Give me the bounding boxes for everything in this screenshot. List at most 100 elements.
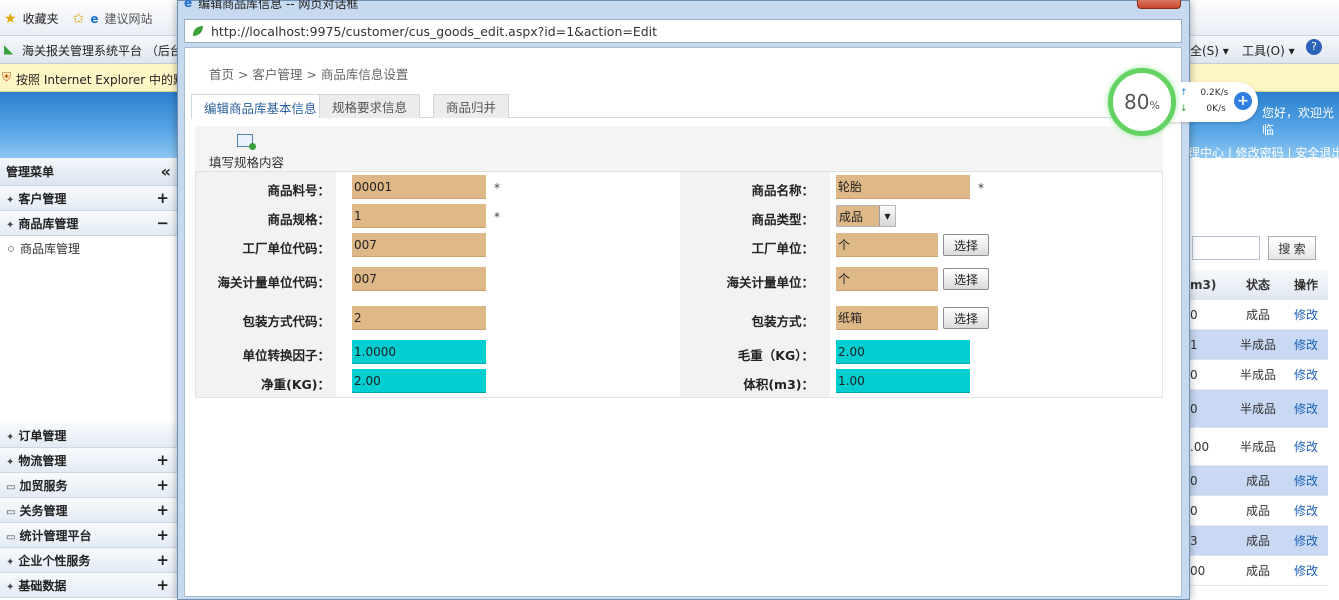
arrow-icon: ✦ <box>6 456 15 468</box>
shield-icon: ⛨ <box>2 70 12 84</box>
expand-icon[interactable]: + <box>156 576 169 594</box>
expand-icon[interactable]: + <box>156 526 169 544</box>
factory-unit-choose-button[interactable]: 选择 <box>943 234 989 256</box>
factory-unit-code-label: 工厂单位代码： <box>242 241 330 256</box>
name-input[interactable]: 轮胎 <box>836 175 970 199</box>
factor-input[interactable]: 1.0000 <box>352 340 486 364</box>
volume-input[interactable]: 1.00 <box>836 369 970 393</box>
expand-icon[interactable]: + <box>156 451 169 469</box>
arrow-icon: ✦ <box>6 431 15 443</box>
tab-merge[interactable]: 商品归并 <box>433 94 510 118</box>
upload-speed: 0.2K/s <box>1200 88 1229 98</box>
required-mark: * <box>494 181 500 195</box>
sidebar-item-base-data[interactable]: ✦ 基础数据 + <box>0 573 177 598</box>
collapse-icon[interactable]: « <box>161 162 171 181</box>
info-bar-text: 按照 Internet Explorer 中的默 <box>16 73 186 87</box>
sidebar: 管理菜单 « ✦ 客户管理 + ✦ 商品库管理 − 商品库管理 ✦ 订单管理 ✦ 物流管… <box>0 158 178 600</box>
chevron-down-icon[interactable]: ▼ <box>879 206 895 226</box>
sidebar-item-logistics[interactable]: ✦ 物流管理 + <box>0 448 177 473</box>
help-icon[interactable]: ? <box>1306 39 1322 55</box>
sidebar-item-orders[interactable]: ✦ 订单管理 <box>0 423 177 448</box>
dialog-title: 编辑商品库信息 -- 网页对话框 <box>198 0 359 11</box>
expand-icon[interactable]: + <box>156 189 169 207</box>
memory-percent: 80 <box>1124 90 1150 114</box>
sidebar-title: 管理菜单 <box>6 165 55 179</box>
customs-unit-label: 海关计量单位： <box>726 275 814 290</box>
item-no-label: 商品料号： <box>267 183 330 198</box>
customs-unit-choose-button[interactable]: 选择 <box>943 268 989 290</box>
sidebar-item-goods[interactable]: ✦ 商品库管理 − <box>0 211 177 236</box>
monitor-icon: ▭ <box>6 481 16 493</box>
sidebar-sub-goods[interactable]: 商品库管理 <box>0 236 177 261</box>
sidebar-item-customs[interactable]: ▭ 关务管理 + <box>0 498 177 523</box>
arrow-icon: ✦ <box>6 219 15 231</box>
factory-unit-input[interactable]: 个 <box>836 233 938 257</box>
item-no-input[interactable]: 00001 <box>352 175 486 199</box>
favorites-star-icon[interactable]: ★ <box>4 11 17 27</box>
edit-link[interactable]: 修改 <box>1284 400 1328 417</box>
tab-leaf-icon: ◣ <box>4 42 14 56</box>
table-row: 00 成品 修改 <box>1188 556 1328 586</box>
background-search-button[interactable]: 搜 索 <box>1268 236 1316 260</box>
table-row: .00 半成品 修改 <box>1188 428 1328 466</box>
customs-unit-code-input[interactable]: 007 <box>352 267 486 291</box>
monitor-icon: ▭ <box>6 531 16 543</box>
fill-spec-button[interactable]: 填写规格内容 <box>209 152 284 171</box>
memory-ring[interactable]: 80% <box>1108 68 1176 136</box>
safety-menu[interactable]: 全(S) ▾ <box>1190 42 1229 59</box>
pack-label: 包装方式： <box>751 314 814 329</box>
sidebar-item-custom-service[interactable]: ✦ 企业个性服务 + <box>0 548 177 573</box>
pack-input[interactable]: 纸箱 <box>836 306 938 330</box>
net-weight-input[interactable]: 2.00 <box>352 369 486 393</box>
edit-link[interactable]: 修改 <box>1284 336 1328 353</box>
table-row: 0 成品 修改 <box>1188 496 1328 526</box>
goods-form: 商品料号： 00001 * 商品名称： 轮胎 * 商品规格： 1 * 商品类型：… <box>195 172 1163 398</box>
edit-link[interactable]: 修改 <box>1284 306 1328 323</box>
table-row: 0 半成品 修改 <box>1188 360 1328 390</box>
pack-choose-button[interactable]: 选择 <box>943 307 989 329</box>
breadcrumb: 首页 > 客户管理 > 商品库信息设置 <box>209 67 409 82</box>
edit-link[interactable]: 修改 <box>1284 502 1328 519</box>
collapse-item-icon[interactable]: − <box>156 214 169 232</box>
network-speed-widget[interactable]: ↑ 0.2K/s ↓ 0K/s + 80% <box>1108 68 1258 136</box>
gross-weight-label: 毛重（KG）： <box>737 348 814 363</box>
gross-weight-input[interactable]: 2.00 <box>836 340 970 364</box>
tab-basic-info[interactable]: 编辑商品库基本信息 <box>191 94 330 119</box>
customs-unit-input[interactable]: 个 <box>836 267 938 291</box>
spec-input[interactable]: 1 <box>352 204 486 228</box>
type-label: 商品类型： <box>751 212 814 227</box>
tools-menu[interactable]: 工具(O) ▾ <box>1242 42 1295 59</box>
type-select[interactable]: 成品 ▼ <box>836 205 896 227</box>
expand-icon[interactable]: + <box>156 551 169 569</box>
arrow-icon: ✦ <box>6 556 15 568</box>
sidebar-item-processing[interactable]: ▭ 加贸服务 + <box>0 473 177 498</box>
tab-bar: 编辑商品库基本信息 规格要求信息 商品归并 <box>191 94 1175 119</box>
add-favorite-icon[interactable]: ✩ <box>73 11 85 27</box>
browser-tab-title[interactable]: 海关报关管理系统平台 （后台 <box>22 42 182 59</box>
edit-link[interactable]: 修改 <box>1284 438 1328 455</box>
favorites-link[interactable]: 收藏夹 <box>23 10 59 27</box>
sidebar-header: 管理菜单 « <box>0 158 177 186</box>
expand-icon[interactable]: + <box>156 476 169 494</box>
pack-code-input[interactable]: 2 <box>352 306 486 330</box>
sidebar-item-stats[interactable]: ▭ 统计管理平台 + <box>0 523 177 548</box>
download-arrow-icon: ↓ <box>1180 104 1188 114</box>
add-icon[interactable]: + <box>1234 92 1252 110</box>
volume-label: 体积(m3)： <box>743 377 814 392</box>
spec-label: 商品规格： <box>267 212 330 227</box>
edit-link[interactable]: 修改 <box>1284 366 1328 383</box>
page-leaf-icon <box>193 26 203 36</box>
suggested-sites-link[interactable]: 建议网站 <box>104 10 152 27</box>
add-spec-icon[interactable] <box>237 134 256 150</box>
sidebar-item-customer[interactable]: ✦ 客户管理 + <box>0 186 177 211</box>
factory-unit-code-input[interactable]: 007 <box>352 233 486 257</box>
background-table: m3) 状态 操作 0 成品 修改 1 半成品 修改 0 半成品 修改 0 半成品 修改 .00… <box>1188 270 1328 586</box>
edit-link[interactable]: 修改 <box>1284 562 1328 579</box>
edit-link[interactable]: 修改 <box>1284 472 1328 489</box>
tab-spec-info[interactable]: 规格要求信息 <box>319 94 421 118</box>
required-mark: * <box>978 181 984 195</box>
background-search-input[interactable] <box>1192 236 1260 260</box>
edit-link[interactable]: 修改 <box>1284 532 1328 549</box>
expand-icon[interactable]: + <box>156 501 169 519</box>
dialog-close-button[interactable] <box>1137 0 1181 9</box>
